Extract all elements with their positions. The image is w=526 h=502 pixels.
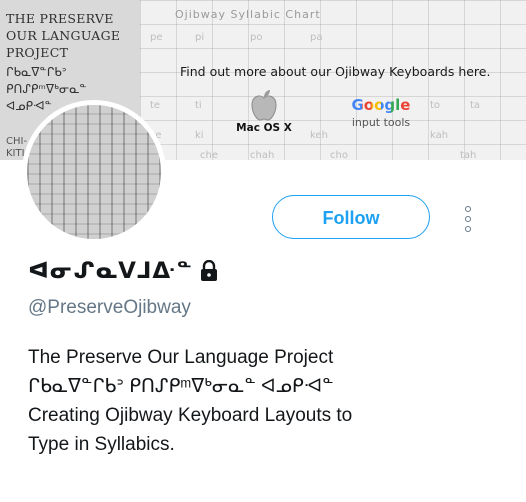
mac-os-label: Mac OS X bbox=[236, 122, 292, 134]
chart-cell: ti bbox=[195, 100, 202, 111]
chart-cell: che bbox=[200, 150, 218, 160]
follow-button[interactable]: Follow bbox=[272, 195, 430, 239]
profile-handle: @PreserveOjibway bbox=[28, 297, 191, 318]
chart-cell: to bbox=[430, 100, 441, 111]
chart-cell: kah bbox=[430, 130, 449, 141]
avatar-image bbox=[27, 105, 161, 239]
chart-title: Ojibway Syllabic Chart bbox=[175, 8, 321, 21]
profile-name-row: ᐊᓂᔑᓇᐯᒧᐏᓐ bbox=[28, 255, 219, 287]
google-wordmark: Google bbox=[348, 96, 414, 114]
chart-cell: pe bbox=[150, 32, 163, 43]
apple-logo-icon bbox=[251, 90, 277, 121]
more-dot bbox=[465, 216, 471, 222]
more-dot bbox=[465, 226, 471, 232]
bio-line: Type in Syllabics. bbox=[28, 434, 175, 455]
chart-cell: tah bbox=[460, 150, 477, 160]
chart-cell: pi bbox=[195, 32, 205, 43]
bio-line: Creating Ojibway Keyboard Layouts to bbox=[28, 405, 353, 426]
lock-icon bbox=[199, 259, 219, 282]
input-tools-label: input tools bbox=[351, 116, 411, 129]
banner-headline: Find out more about our Ojibway Keyboard… bbox=[180, 64, 491, 79]
chart-cell: po bbox=[250, 32, 263, 43]
chart-cell: keh bbox=[310, 130, 328, 141]
more-dot bbox=[465, 206, 471, 212]
display-name: ᐊᓂᔑᓇᐯᒧᐏᓐ bbox=[28, 258, 193, 284]
bio-line: The Preserve Our Language Project bbox=[28, 347, 334, 368]
chart-cell: ki bbox=[195, 130, 204, 141]
chart-cell: ta bbox=[470, 100, 481, 111]
profile-bio: The Preserve Our Language Project ᒋᑲᓇᐁᓐᒋ… bbox=[28, 343, 498, 459]
bio-line: ᒋᑲᓇᐁᓐᒋᑲᐣ ᑭᑎᔑᑭᵐᐁᒃᓂᓇᓐ ᐊᓄᑭᐗᓐ bbox=[28, 376, 334, 397]
chart-cell: chah bbox=[250, 150, 275, 160]
chart-cell: pa bbox=[310, 32, 323, 43]
profile-avatar[interactable] bbox=[22, 100, 166, 244]
google-word: Google bbox=[351, 96, 411, 114]
brand-title: The Preserve Our Language Project bbox=[6, 11, 121, 60]
chart-cell: cho bbox=[330, 150, 348, 160]
more-options-button[interactable] bbox=[458, 206, 478, 234]
mac-os-badge: Mac OS X bbox=[236, 88, 292, 138]
google-input-tools-badge: Google input tools bbox=[348, 96, 414, 136]
